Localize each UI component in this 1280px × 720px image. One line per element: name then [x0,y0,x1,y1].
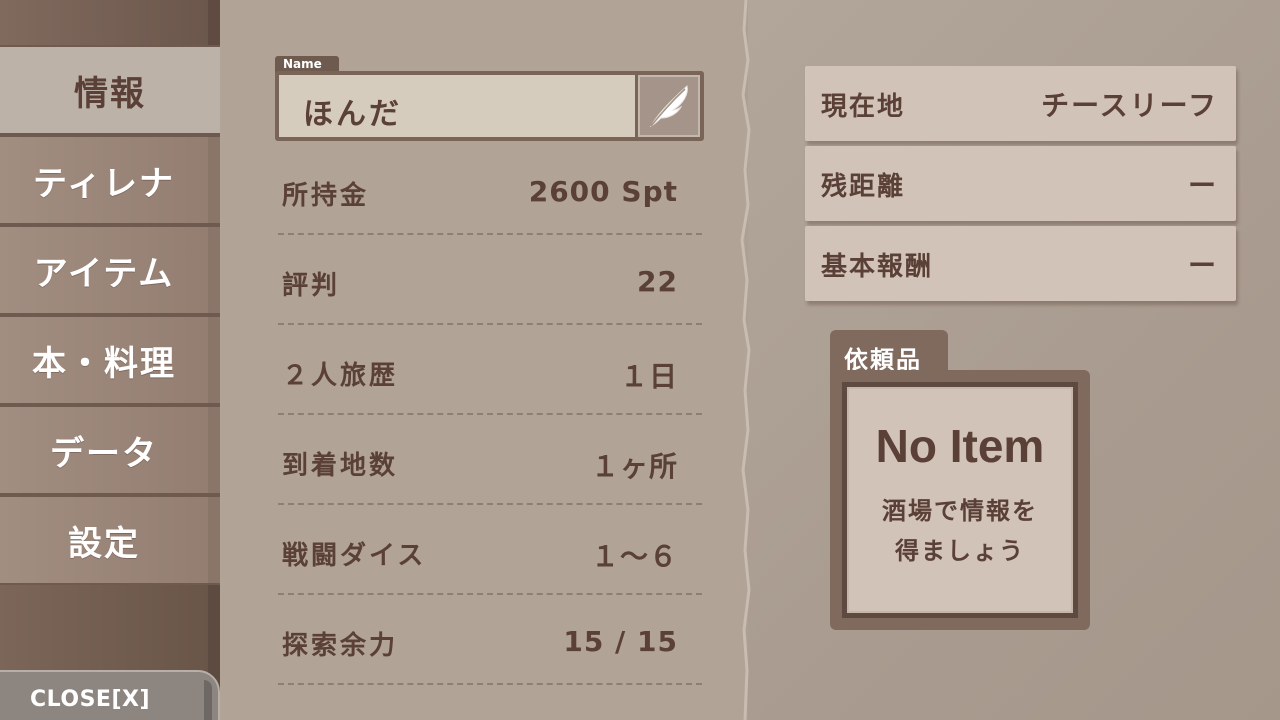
name-tab-label: Name [283,57,322,71]
card-value: ー [1187,169,1218,202]
card-label: 基本報酬 [821,252,934,282]
name-field[interactable]: ほんだ [279,75,635,137]
stat-value: 2600 Spt [528,175,678,208]
stat-label: 所持金 [282,181,370,211]
stat-row-money: 所持金 2600 Spt [278,175,702,235]
edit-name-button[interactable] [638,75,700,137]
stat-label: 戦闘ダイス [282,541,427,571]
name-value: ほんだ [303,97,402,132]
quill-pen-icon [649,85,688,128]
stat-label: 評判 [282,271,341,301]
sidebar-item-label: データ [50,433,158,474]
sidebar-item-data[interactable]: データ [0,407,220,493]
stat-label: ２人旅歴 [282,361,399,391]
remaining-distance-card: 残距離 ー [805,146,1236,221]
stat-value: １～６ [590,540,678,573]
sidebar-item-tirena[interactable]: ティレナ [0,137,220,223]
request-item-box: No Item 酒場で情報を 得ましょう [830,370,1090,630]
sidebar-item-settings[interactable]: 設定 [0,497,220,583]
sidebar-top-spacer [0,0,220,45]
close-button[interactable]: CLOSE[X] [0,670,220,720]
card-label: 現在地 [821,92,906,122]
sidebar: 情報 ティレナ アイテム 本・料理 データ 設定 CLOSE[X] [0,0,220,720]
name-box: ほんだ [275,71,704,141]
sidebar-item-label: アイテム [33,253,175,294]
request-item-tab: 依頼品 [830,330,948,374]
stat-label: 探索余力 [282,631,399,661]
sidebar-item-label: 本・料理 [32,343,176,384]
stat-row-battle-dice: 戦闘ダイス １～６ [278,535,702,595]
sidebar-item-books-cooking[interactable]: 本・料理 [0,317,220,403]
stat-label: 到着地数 [282,451,399,481]
sidebar-item-items[interactable]: アイテム [0,227,220,313]
card-value: ー [1187,249,1218,282]
request-item-slot: No Item 酒場で情報を 得ましょう [847,387,1073,613]
stat-value: 22 [637,265,678,298]
torn-paper-edge [736,0,751,720]
request-hint-line: 酒場で情報を [882,497,1038,525]
sidebar-item-label: 情報 [74,73,146,114]
close-button-label: CLOSE[X] [30,687,151,712]
sidebar-item-info[interactable]: 情報 [0,47,220,133]
stat-row-reputation: 評判 22 [278,265,702,325]
no-item-title: No Item [875,420,1045,472]
sidebar-item-label: 設定 [68,523,140,564]
stat-row-travel-days: ２人旅歴 １日 [278,355,702,415]
stat-row-exploration-stamina: 探索余力 15 / 15 [278,625,702,685]
request-item-frame: No Item 酒場で情報を 得ましょう [842,382,1078,618]
request-hint: 酒場で情報を 得ましょう [849,491,1071,571]
stat-value: １ヶ所 [590,450,678,483]
card-value: チースリーフ [1041,89,1218,122]
card-label: 残距離 [821,172,906,202]
stat-value: 15 / 15 [563,625,678,658]
current-location-card: 現在地 チースリーフ [805,66,1236,141]
stat-row-destinations: 到着地数 １ヶ所 [278,445,702,505]
stat-value: １日 [619,360,678,393]
base-reward-card: 基本報酬 ー [805,226,1236,301]
request-hint-line: 得ましょう [895,537,1025,565]
sidebar-item-label: ティレナ [33,163,175,204]
close-button-edge [204,680,212,720]
